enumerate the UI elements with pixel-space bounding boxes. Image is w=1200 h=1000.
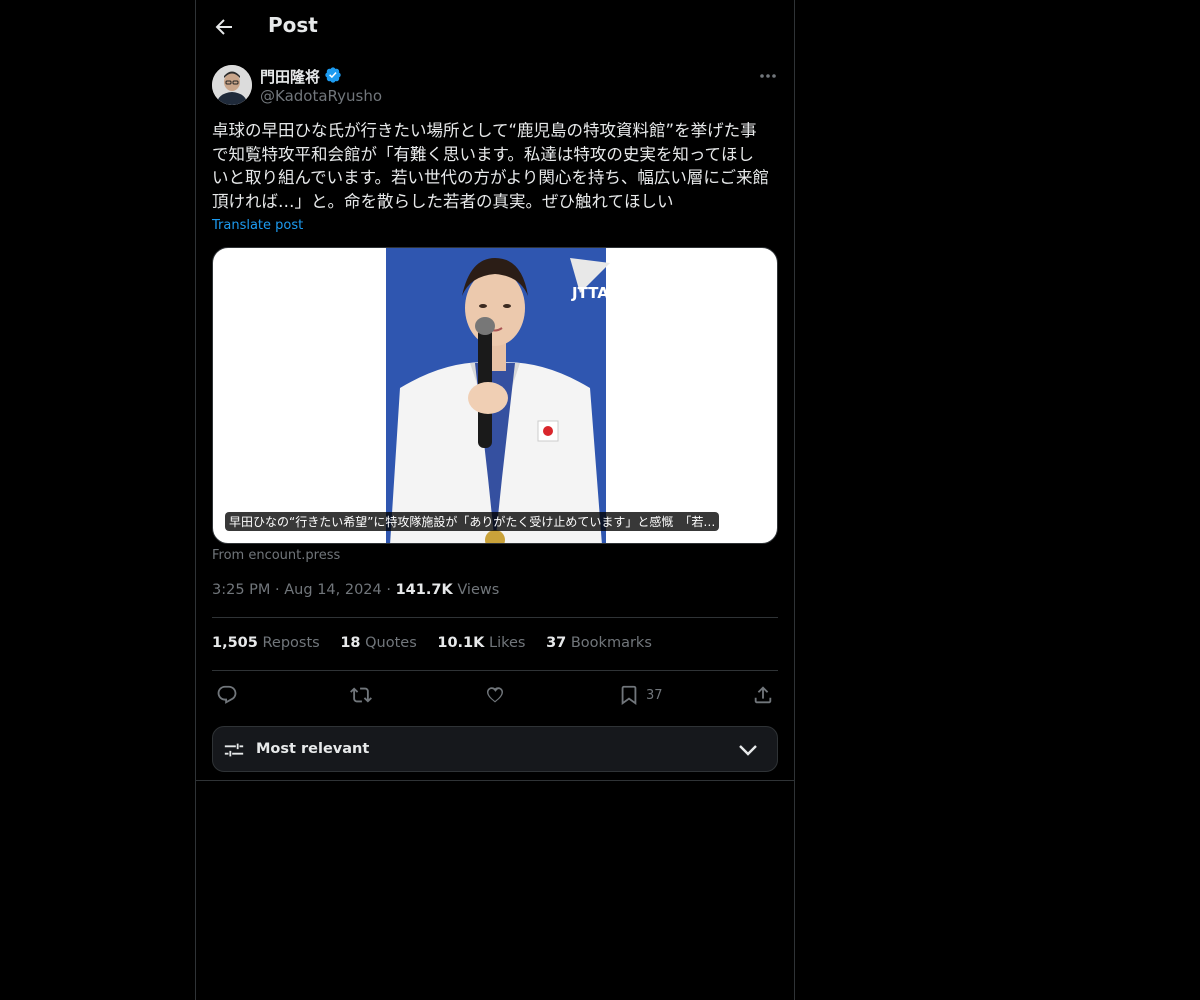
main-column: Post 門田隆将 @KadotaRyusho 卓球の早田ひな氏が行きたい場所と…	[195, 0, 795, 1000]
post-meta: 3:25 PM · Aug 14, 2024 · 141.7K Views	[212, 582, 500, 598]
translate-link[interactable]: Translate post	[212, 218, 303, 233]
page-title: Post	[268, 13, 318, 37]
chevron-down-icon	[739, 745, 757, 756]
divider	[212, 670, 778, 671]
card-source[interactable]: From encount.press	[212, 548, 340, 563]
stat-bookmarks[interactable]: 37 Bookmarks	[546, 635, 652, 651]
reply-button[interactable]	[216, 684, 238, 706]
divider	[212, 617, 778, 618]
sort-settings-icon	[224, 743, 244, 757]
like-icon	[486, 687, 504, 703]
share-icon	[754, 686, 772, 704]
link-card[interactable]: JTTA 早田ひなの“行きたい希望”に特攻隊施設が「ありがたく受け止めています」…	[212, 247, 778, 544]
card-caption: 早田ひなの“行きたい希望”に特攻隊施設が「ありがたく受け止めています」と感慨 「…	[225, 512, 720, 531]
repost-button[interactable]	[350, 684, 372, 706]
repost-icon	[350, 687, 372, 703]
sponsor-logo: JTTA	[571, 284, 609, 302]
views-label: Views	[457, 582, 500, 598]
bookmark-icon	[621, 685, 637, 706]
back-arrow-icon[interactable]	[212, 15, 236, 39]
card-image: JTTA	[370, 248, 621, 543]
post-date[interactable]: Aug 14, 2024	[284, 582, 382, 598]
engagement-stats: 1,505 Reposts 18 Quotes 10.1K Likes 37 B…	[212, 635, 668, 651]
avatar[interactable]	[212, 65, 252, 105]
more-icon[interactable]	[756, 66, 780, 86]
post-time[interactable]: 3:25 PM	[212, 582, 270, 598]
sort-label: Most relevant	[256, 741, 370, 757]
views-count: 141.7K	[395, 582, 453, 598]
stat-quotes[interactable]: 18 Quotes	[340, 635, 416, 651]
stat-likes[interactable]: 10.1K Likes	[437, 635, 525, 651]
like-button[interactable]	[484, 684, 506, 706]
reply-sort-dropdown[interactable]: Most relevant	[212, 726, 778, 772]
author-handle[interactable]: @KadotaRyusho	[260, 87, 382, 105]
divider	[196, 780, 794, 781]
verified-badge-icon	[325, 67, 341, 83]
post-text: 卓球の早田ひな氏が行きたい場所として“鹿児島の特攻資料館”を挙げた事 で知覧特攻…	[212, 121, 770, 211]
author-name[interactable]: 門田隆将	[260, 66, 320, 87]
bookmark-button[interactable]: 37	[618, 684, 663, 706]
reply-icon	[217, 685, 237, 704]
bookmark-count: 37	[646, 687, 663, 703]
stat-reposts[interactable]: 1,505 Reposts	[212, 635, 320, 651]
top-bar: Post	[196, 0, 794, 54]
share-button[interactable]	[752, 684, 774, 706]
